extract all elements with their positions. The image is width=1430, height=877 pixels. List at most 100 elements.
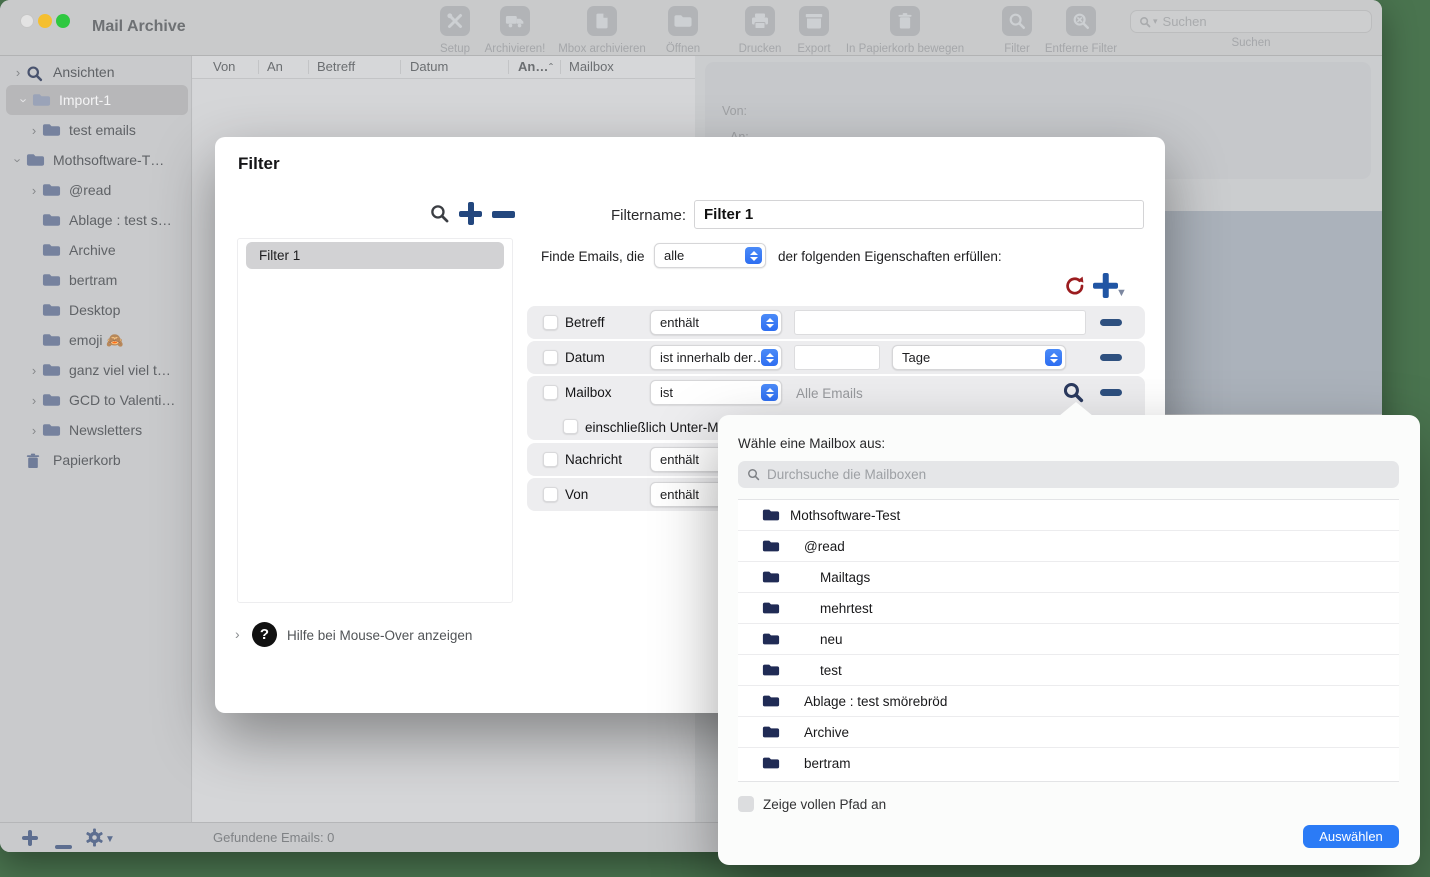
folder-icon — [42, 123, 62, 138]
rule-row-betreff: Betreff enthält — [527, 306, 1145, 339]
mailbox-row-test[interactable]: test — [738, 655, 1399, 686]
filter-search-icon[interactable] — [429, 203, 450, 229]
found-emails-status: Gefundene Emails: 0 — [213, 830, 334, 845]
show-full-path-checkbox[interactable] — [738, 796, 754, 812]
sidebar-item-test-emails[interactable]: › test emails — [0, 115, 212, 145]
filter-list-item-selected[interactable]: Filter 1 — [246, 242, 504, 269]
folder-icon — [762, 632, 780, 646]
chevron-right-icon[interactable]: › — [26, 183, 42, 198]
sidebar-item-gcd[interactable]: › GCD to Valenti… — [0, 385, 212, 415]
dialog-title: Filter — [238, 154, 280, 174]
filter-list[interactable]: Filter 1 — [237, 238, 513, 603]
sidebar-item-read[interactable]: › @read — [0, 175, 212, 205]
sidebar-item-import-1[interactable]: › Import-1 — [6, 85, 188, 115]
column-header-betreff[interactable]: Betreff — [317, 59, 355, 74]
select-mailbox-button[interactable]: Auswählen — [1303, 825, 1399, 848]
chevron-expanded-icon[interactable]: › — [16, 93, 32, 108]
folder-icon — [762, 601, 780, 615]
refresh-rules-button[interactable] — [1064, 275, 1086, 297]
email-list-headers: Von An Betreff Datum An… ˆ Mailbox — [192, 56, 695, 79]
sidebar-item-ablage[interactable]: Ablage : test s… — [0, 205, 212, 235]
popup-stepper-icon — [1045, 349, 1062, 366]
column-header-an[interactable]: An — [267, 59, 283, 74]
chevron-right-icon[interactable]: › — [26, 363, 42, 378]
rule-operator-popup[interactable]: ist innerhalb der… — [650, 345, 782, 370]
window-title: Mail Archive — [92, 18, 186, 36]
add-rule-caret-icon[interactable]: ▼ — [1116, 287, 1127, 299]
mailbox-row-mothsoftware-test[interactable]: Mothsoftware-Test — [738, 500, 1399, 531]
sidebar-item-mothsoftware-test[interactable]: › Mothsoftware-T… — [0, 145, 196, 175]
chevron-expanded-icon[interactable]: › — [10, 153, 26, 168]
minimize-button[interactable] — [38, 14, 52, 28]
column-header-von[interactable]: Von — [213, 59, 235, 74]
sidebar-item-desktop[interactable]: Desktop — [0, 295, 212, 325]
sidebar-item-ganz-viel[interactable]: › ganz viel viel t… — [0, 355, 212, 385]
rule-operator-popup[interactable]: enthält — [650, 310, 782, 335]
titlebar: Mail Archive Setup Archivieren! Mbox arc… — [0, 0, 1382, 56]
folder-icon — [762, 508, 780, 522]
mailbox-row-read[interactable]: @read — [738, 531, 1399, 562]
rule-checkbox[interactable] — [543, 487, 558, 502]
rule-operator-popup[interactable]: ist — [650, 380, 782, 405]
include-submailboxes-checkbox[interactable] — [563, 419, 578, 434]
help-icon[interactable]: ? — [252, 622, 277, 647]
mailbox-search-field[interactable]: Durchsuche die Mailboxen — [738, 461, 1399, 488]
column-header-an-sorted[interactable]: An… — [518, 59, 548, 74]
mailbox-row-bertram[interactable]: bertram — [738, 748, 1399, 779]
toolbar-mbox-archive-button[interactable]: Mbox archivieren — [542, 6, 662, 55]
sidebar-item-papierkorb[interactable]: Papierkorb — [0, 445, 196, 475]
filter-name-input[interactable]: Filter 1 — [694, 200, 1144, 229]
add-rule-button[interactable] — [1093, 273, 1118, 298]
column-divider[interactable] — [508, 60, 509, 74]
remove-filter-button[interactable] — [492, 211, 515, 218]
sidebar-item-emoji[interactable]: emoji 🙈 — [0, 325, 212, 355]
remove-rule-button[interactable] — [1100, 389, 1122, 396]
column-divider[interactable] — [308, 60, 309, 74]
column-header-mailbox[interactable]: Mailbox — [569, 59, 614, 74]
folder-icon — [42, 333, 62, 348]
zoom-button[interactable] — [56, 14, 70, 28]
close-button[interactable] — [20, 14, 34, 28]
toolbar-remove-filter-button[interactable]: Entferne Filter — [1026, 6, 1136, 55]
rule-value-input[interactable] — [794, 310, 1086, 335]
rule-checkbox[interactable] — [543, 452, 558, 467]
gear-caret-icon[interactable]: ▼ — [105, 834, 115, 845]
sidebar-item-archive[interactable]: Archive — [0, 235, 212, 265]
mailbox-row-mailtags[interactable]: Mailtags — [738, 562, 1399, 593]
rule-checkbox[interactable] — [543, 385, 558, 400]
rule-checkbox[interactable] — [543, 350, 558, 365]
add-mailbox-button[interactable] — [22, 830, 38, 846]
add-filter-button[interactable] — [459, 202, 482, 225]
remove-mailbox-button[interactable] — [55, 836, 72, 852]
chevron-right-icon[interactable]: › — [10, 65, 26, 80]
filter-name-label: Filtername: — [545, 207, 686, 224]
toolbar-open-button[interactable]: Öffnen — [648, 6, 718, 55]
printer-icon — [745, 6, 775, 36]
rule-checkbox[interactable] — [543, 315, 558, 330]
search-icon — [747, 468, 760, 481]
mailbox-row-neu[interactable]: neu — [738, 624, 1399, 655]
rule-value-input[interactable] — [794, 345, 880, 370]
column-divider[interactable] — [258, 60, 259, 74]
column-divider[interactable] — [560, 60, 561, 74]
remove-rule-button[interactable] — [1100, 319, 1122, 326]
search-caption: Suchen — [1130, 37, 1372, 49]
chevron-right-icon[interactable]: › — [26, 123, 42, 138]
remove-rule-button[interactable] — [1100, 354, 1122, 361]
column-divider[interactable] — [400, 60, 401, 74]
gear-menu-button[interactable] — [85, 828, 104, 852]
sidebar-item-newsletters[interactable]: › Newsletters — [0, 415, 212, 445]
sidebar-item-ansichten[interactable]: › Ansichten — [0, 57, 196, 87]
toolbar-move-to-trash-button[interactable]: In Papierkorb bewegen — [825, 6, 985, 55]
match-mode-popup[interactable]: alle — [654, 243, 766, 268]
mailbox-row-ablage[interactable]: Ablage : test smörebröd — [738, 686, 1399, 717]
help-disclosure-chevron[interactable]: › — [235, 626, 240, 642]
rule-unit-popup[interactable]: Tage — [892, 345, 1066, 370]
mailbox-row-archive[interactable]: Archive — [738, 717, 1399, 748]
chevron-right-icon[interactable]: › — [26, 423, 42, 438]
mailbox-row-mehrtest[interactable]: mehrtest — [738, 593, 1399, 624]
sidebar-item-bertram[interactable]: bertram — [0, 265, 212, 295]
column-header-datum[interactable]: Datum — [410, 59, 448, 74]
chevron-right-icon[interactable]: › — [26, 393, 42, 408]
toolbar-search-field[interactable]: ▾ Suchen — [1130, 10, 1372, 33]
